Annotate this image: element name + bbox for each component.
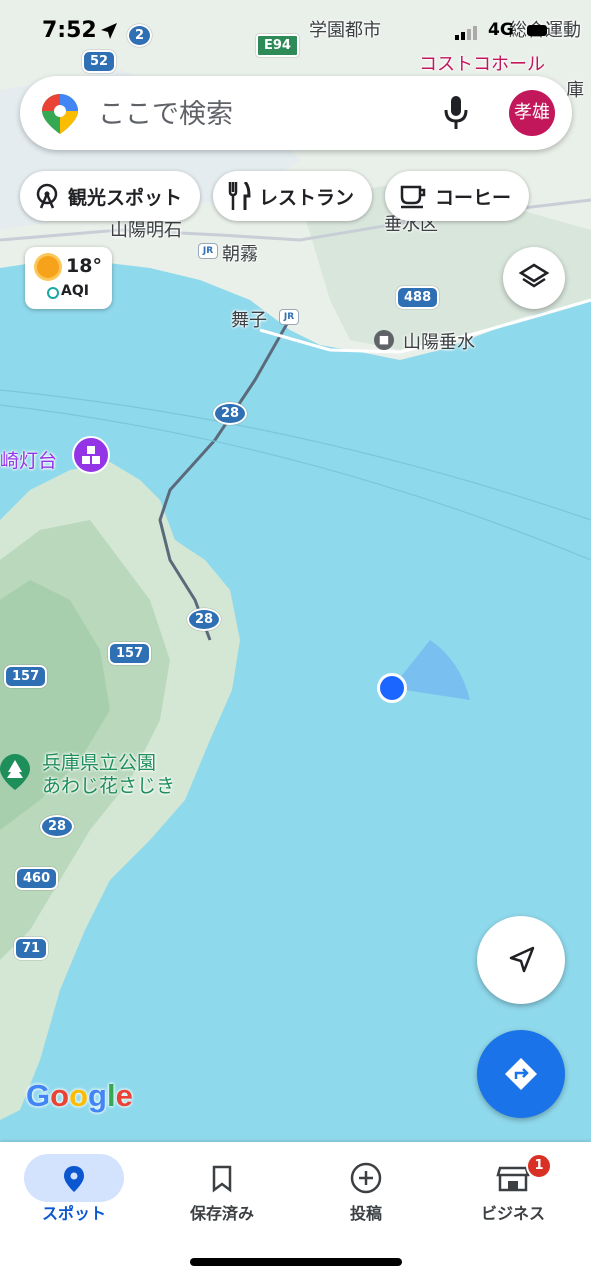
add-circle-icon bbox=[350, 1162, 382, 1194]
fork-knife-icon bbox=[228, 182, 251, 210]
landmark-icon[interactable] bbox=[72, 436, 110, 474]
search-input[interactable] bbox=[96, 94, 420, 134]
search-bar[interactable]: 孝雄 bbox=[20, 76, 572, 150]
route-shield: 488 bbox=[396, 286, 440, 309]
temperature: 18° bbox=[66, 255, 102, 277]
category-chips: 観光スポット レストラン コーヒー bbox=[20, 171, 530, 221]
sun-icon bbox=[37, 256, 59, 278]
tab-label: スポット bbox=[41, 1204, 106, 1223]
route-shield: 28 bbox=[187, 608, 222, 631]
place-label: 朝霧 bbox=[222, 244, 258, 265]
chip-label: レストラン bbox=[259, 186, 355, 209]
network-type: 4G bbox=[488, 20, 514, 40]
chip-attractions[interactable]: 観光スポット bbox=[20, 171, 201, 221]
my-location-button[interactable] bbox=[477, 916, 565, 1004]
jr-station-icon: JR bbox=[198, 243, 218, 259]
ferris-wheel-icon bbox=[36, 183, 58, 209]
navigation-arrow-icon bbox=[509, 946, 535, 973]
signal-icon bbox=[455, 26, 477, 40]
tab-icon-bg bbox=[172, 1154, 272, 1202]
weather-widget[interactable]: 18° AQI bbox=[25, 247, 112, 309]
place-label[interactable]: 兵庫県立公園 bbox=[42, 752, 156, 774]
directions-button[interactable] bbox=[477, 1030, 565, 1118]
notification-badge: 1 bbox=[526, 1153, 552, 1179]
train-station-icon: ■ bbox=[374, 330, 394, 350]
directions-icon bbox=[505, 1058, 537, 1090]
jr-station-icon: JR bbox=[279, 309, 299, 325]
place-label[interactable]: あわじ花さじき bbox=[42, 775, 175, 797]
place-label: 山陽垂水 bbox=[403, 332, 475, 353]
tab-icon-bg bbox=[316, 1154, 416, 1202]
coffee-cup-icon bbox=[400, 185, 426, 209]
layers-icon bbox=[518, 263, 550, 288]
route-shield: 28 bbox=[40, 815, 75, 838]
chip-restaurants[interactable]: レストラン bbox=[213, 171, 373, 221]
chip-label: 観光スポット bbox=[68, 186, 183, 209]
aqi-dot-icon bbox=[47, 287, 59, 299]
battery-icon bbox=[527, 25, 547, 36]
google-logo: Google bbox=[26, 1078, 133, 1113]
home-indicator[interactable] bbox=[190, 1258, 402, 1266]
chip-coffee[interactable]: コーヒー bbox=[385, 171, 530, 221]
place-label: 舞子 bbox=[231, 310, 267, 331]
bookmark-icon bbox=[212, 1165, 232, 1193]
status-bar: 7:52 4G bbox=[0, 0, 591, 60]
tab-icon-bg bbox=[24, 1154, 124, 1202]
google-maps-pin-icon bbox=[42, 94, 78, 134]
route-shield: 460 bbox=[15, 867, 59, 890]
avatar[interactable]: 孝雄 bbox=[509, 90, 555, 136]
route-shield: 157 bbox=[108, 642, 152, 665]
aqi-label: AQI bbox=[61, 283, 89, 299]
layers-button[interactable] bbox=[503, 247, 565, 309]
route-shield: 28 bbox=[213, 402, 248, 425]
tab-label: ビジネス bbox=[480, 1204, 545, 1223]
mic-icon[interactable] bbox=[443, 94, 469, 132]
location-arrow-icon bbox=[101, 23, 117, 39]
chip-label: コーヒー bbox=[435, 186, 512, 209]
tab-label: 保存済み bbox=[189, 1204, 254, 1223]
route-shield: 157 bbox=[4, 665, 48, 688]
place-label-lighthouse[interactable]: 崎灯台 bbox=[0, 446, 57, 473]
route-shield: 71 bbox=[14, 937, 49, 960]
clock: 7:52 bbox=[42, 18, 97, 43]
tab-label: 投稿 bbox=[349, 1204, 382, 1223]
park-icon[interactable] bbox=[0, 754, 30, 790]
pin-icon bbox=[64, 1166, 84, 1192]
